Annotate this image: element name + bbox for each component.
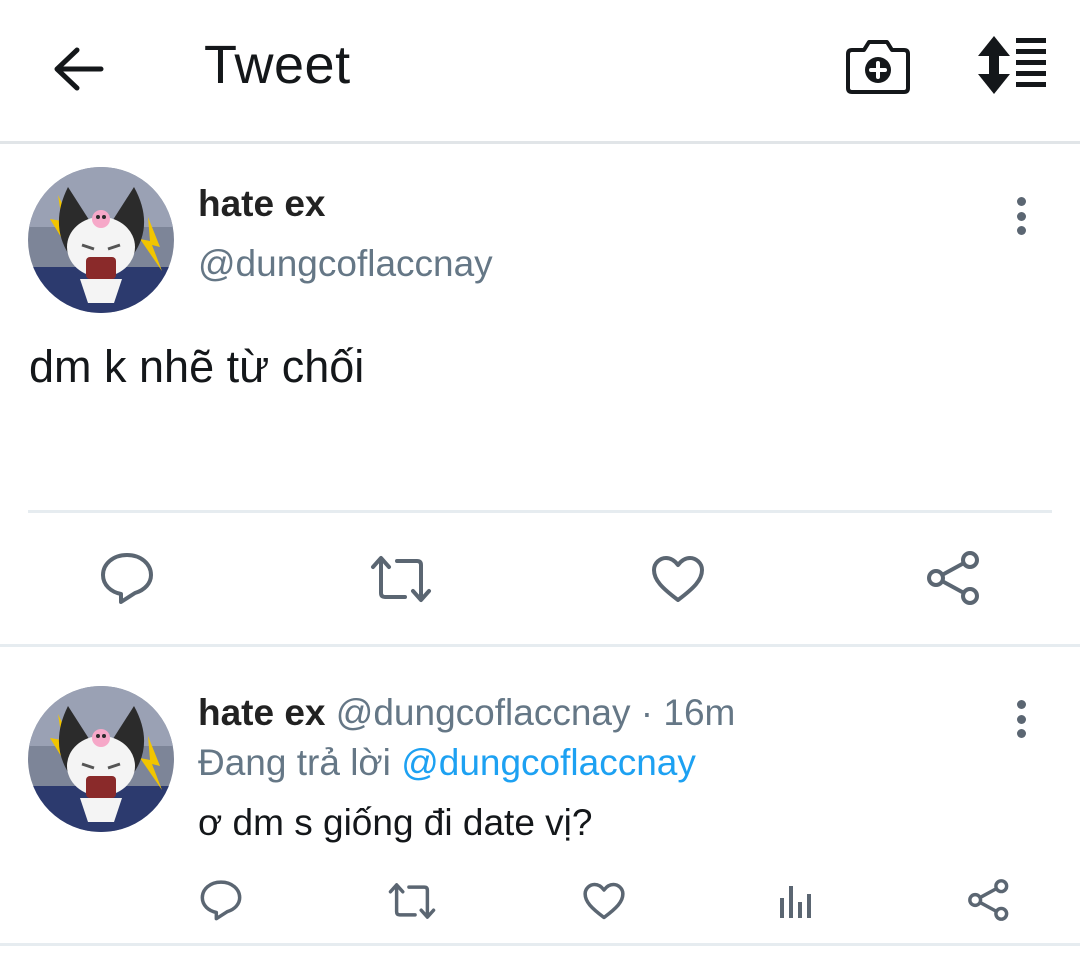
replying-to: Đang trả lời @dungcoflaccnay <box>198 742 696 784</box>
back-button[interactable] <box>50 40 108 98</box>
like-icon <box>583 882 625 920</box>
share-button[interactable] <box>922 546 986 610</box>
share-button[interactable] <box>963 874 1015 926</box>
more-options-button[interactable] <box>1006 193 1036 239</box>
arrow-left-icon <box>54 47 104 91</box>
user-handle[interactable]: @dungcoflaccnay <box>336 692 631 733</box>
retweet-button[interactable] <box>369 547 433 611</box>
tweet-text: ơ dm s giống đi date vị? <box>198 802 593 843</box>
divider <box>28 510 1052 513</box>
user-handle[interactable]: @dungcoflaccnay <box>198 243 493 285</box>
more-dot <box>1016 226 1026 235</box>
retweet-button[interactable] <box>386 875 438 927</box>
camera-button[interactable] <box>846 36 910 96</box>
more-dot <box>1016 197 1026 206</box>
reply-button[interactable] <box>195 874 247 926</box>
like-icon <box>652 556 704 602</box>
more-dot <box>1016 729 1026 738</box>
separator-dot: · <box>640 692 654 733</box>
kuromi-avatar-image <box>28 167 174 313</box>
analytics-icon <box>780 886 811 918</box>
mention-link[interactable]: @dungcoflaccnay <box>401 742 696 783</box>
like-button[interactable] <box>646 547 710 611</box>
main-tweet: hate ex @dungcoflaccnay dm k nhẽ từ chối <box>0 147 1080 647</box>
share-icon <box>968 879 1009 921</box>
sort-button[interactable] <box>972 34 1052 96</box>
reply-icon <box>101 553 153 604</box>
avatar[interactable] <box>28 167 174 313</box>
camera-plus-icon <box>846 40 910 94</box>
sort-list-icon <box>978 36 1046 94</box>
more-dot <box>1016 700 1026 709</box>
kuromi-avatar-image <box>28 686 174 832</box>
avatar[interactable] <box>28 686 174 832</box>
analytics-button[interactable] <box>770 876 822 928</box>
share-icon <box>927 551 979 605</box>
tweet-text: dm k nhẽ từ chối <box>29 341 365 392</box>
replying-to-label: Đang trả lời <box>198 742 391 783</box>
retweet-icon <box>371 556 431 602</box>
retweet-icon <box>388 883 436 919</box>
more-dot <box>1016 714 1026 724</box>
top-app-bar: Tweet <box>0 0 1080 144</box>
reply-icon <box>200 880 242 921</box>
reply-header: hate ex @dungcoflaccnay · 16m <box>198 692 735 734</box>
more-options-button[interactable] <box>1006 696 1036 742</box>
display-name[interactable]: hate ex <box>198 183 326 225</box>
reply-tweet[interactable]: hate ex @dungcoflaccnay · 16m Đang trả l… <box>0 650 1080 946</box>
display-name[interactable]: hate ex <box>198 692 326 733</box>
more-dot <box>1016 211 1026 221</box>
reply-button[interactable] <box>95 546 159 610</box>
like-button[interactable] <box>578 875 630 927</box>
page-title: Tweet <box>204 35 351 95</box>
timestamp: 16m <box>663 692 736 733</box>
